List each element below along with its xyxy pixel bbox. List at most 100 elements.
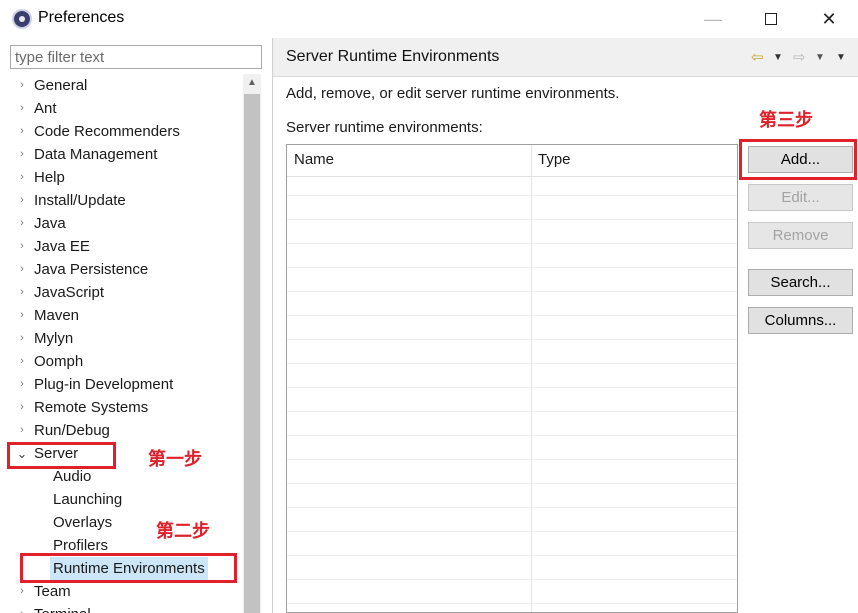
maximize-icon <box>765 13 777 25</box>
chevron-right-icon[interactable]: › <box>16 74 28 97</box>
panel-header: Server Runtime Environments ⇦ ▼ ⇨ ▼ ▼ <box>273 38 858 77</box>
tree-item-oomph[interactable]: › Oomph <box>10 350 243 373</box>
table-row-line <box>287 363 737 364</box>
chevron-right-icon[interactable]: › <box>16 258 28 281</box>
table-row-line <box>287 267 737 268</box>
tree-item-label: JavaScript <box>34 284 105 301</box>
view-menu-icon[interactable]: ▼ <box>836 52 846 63</box>
tree-item-label: Java <box>34 215 66 232</box>
tree-item-label: Help <box>34 169 65 186</box>
table-row-line <box>287 555 737 556</box>
annotation-step-3: 第三步 <box>759 110 813 131</box>
filter-input[interactable] <box>10 45 262 69</box>
tree-item-label: Overlays <box>53 514 113 531</box>
tree-item-javascript[interactable]: › JavaScript <box>10 281 243 304</box>
tree-item-data-management[interactable]: › Data Management <box>10 143 243 166</box>
chevron-right-icon[interactable]: › <box>16 603 28 613</box>
minimize-icon: — <box>704 8 722 29</box>
tree-item-ant[interactable]: › Ant <box>10 97 243 120</box>
tree-item-java[interactable]: › Java <box>10 212 243 235</box>
remove-button[interactable]: Remove <box>748 222 853 249</box>
minimize-button[interactable]: — <box>684 0 742 38</box>
tree-item-help[interactable]: › Help <box>10 166 243 189</box>
tree-item-remote-systems[interactable]: › Remote Systems <box>10 396 243 419</box>
tree-item-label: Java Persistence <box>34 261 149 278</box>
tree-item-label: Install/Update <box>34 192 126 209</box>
chevron-right-icon[interactable]: › <box>16 419 28 442</box>
tree-item-mylyn[interactable]: › Mylyn <box>10 327 243 350</box>
chevron-right-icon[interactable]: › <box>16 281 28 304</box>
tree-item-label: Code Recommenders <box>34 123 180 140</box>
tree-item-launching[interactable]: Launching <box>10 488 243 511</box>
chevron-right-icon[interactable]: › <box>16 97 28 120</box>
page-description: Add, remove, or edit server runtime envi… <box>286 85 620 102</box>
table-row-line <box>287 603 737 604</box>
scroll-up-icon[interactable]: ▲ <box>243 74 261 92</box>
table-row-line <box>287 339 737 340</box>
forward-arrow-icon[interactable]: ⇨ <box>793 48 806 66</box>
column-header-type[interactable]: Type <box>538 151 571 168</box>
search-button[interactable]: Search... <box>748 269 853 296</box>
maximize-button[interactable] <box>742 0 800 38</box>
tree-item-label: Maven <box>34 307 80 324</box>
table-row-line <box>287 387 737 388</box>
tree-item-maven[interactable]: › Maven <box>10 304 243 327</box>
tree-item-run-debug[interactable]: › Run/Debug <box>10 419 243 442</box>
columns-button[interactable]: Columns... <box>748 307 853 334</box>
tree-item-general[interactable]: › General <box>10 74 243 97</box>
tree-item-label: Data Management <box>34 146 158 163</box>
tree-item-label: Ant <box>34 100 57 117</box>
tree-item-terminal[interactable]: › Terminal <box>10 603 243 613</box>
edit-button[interactable]: Edit... <box>748 184 853 211</box>
close-button[interactable]: ✕ <box>800 0 858 38</box>
tree-scrollbar[interactable]: ▲ <box>243 74 261 613</box>
table-row-line <box>287 435 737 436</box>
back-dropdown-icon[interactable]: ▼ <box>773 52 783 63</box>
chevron-right-icon[interactable]: › <box>16 580 28 603</box>
table-row-line <box>287 315 737 316</box>
tree-item-label: Mylyn <box>34 330 74 347</box>
column-header-name[interactable]: Name <box>294 151 334 168</box>
tree-item-label: Java EE <box>34 238 90 255</box>
tree-item-team[interactable]: › Team <box>10 580 243 603</box>
table-row-line <box>287 579 737 580</box>
chevron-right-icon[interactable]: › <box>16 212 28 235</box>
table-row-line <box>287 195 737 196</box>
window-title: Preferences <box>38 9 125 26</box>
table-header: Name Type <box>287 145 737 177</box>
tree-item-plugin-development[interactable]: › Plug-in Development <box>10 373 243 396</box>
chevron-right-icon[interactable]: › <box>16 235 28 258</box>
table-row-line <box>287 291 737 292</box>
chevron-right-icon[interactable]: › <box>16 189 28 212</box>
annotation-step-2: 第二步 <box>156 521 210 542</box>
annotation-box-add <box>739 139 857 180</box>
chevron-right-icon[interactable]: › <box>16 166 28 189</box>
page-title: Server Runtime Environments <box>286 48 500 65</box>
pane-divider[interactable] <box>272 38 273 613</box>
table-row-line <box>287 411 737 412</box>
scrollbar-thumb[interactable] <box>244 94 260 613</box>
tree-item-label: Launching <box>53 491 123 508</box>
tree-item-code-recommenders[interactable]: › Code Recommenders <box>10 120 243 143</box>
tree-item-label: General <box>34 77 88 94</box>
tree-item-label: Run/Debug <box>34 422 110 439</box>
chevron-right-icon[interactable]: › <box>16 373 28 396</box>
tree-item-install-update[interactable]: › Install/Update <box>10 189 243 212</box>
back-arrow-icon[interactable]: ⇦ <box>751 48 764 66</box>
chevron-right-icon[interactable]: › <box>16 304 28 327</box>
table-row-line <box>287 243 737 244</box>
chevron-right-icon[interactable]: › <box>16 120 28 143</box>
table-row-line <box>287 483 737 484</box>
annotation-box-server <box>7 442 116 469</box>
runtime-environments-table[interactable]: Name Type <box>286 144 738 613</box>
tree-item-java-persistence[interactable]: › Java Persistence <box>10 258 243 281</box>
chevron-right-icon[interactable]: › <box>16 327 28 350</box>
tree-item-java-ee[interactable]: › Java EE <box>10 235 243 258</box>
tree-item-label: Oomph <box>34 353 84 370</box>
tree-item-label: Team <box>34 583 71 600</box>
chevron-right-icon[interactable]: › <box>16 396 28 419</box>
forward-dropdown-icon[interactable]: ▼ <box>815 52 825 63</box>
table-row-line <box>287 219 737 220</box>
chevron-right-icon[interactable]: › <box>16 350 28 373</box>
chevron-right-icon[interactable]: › <box>16 143 28 166</box>
